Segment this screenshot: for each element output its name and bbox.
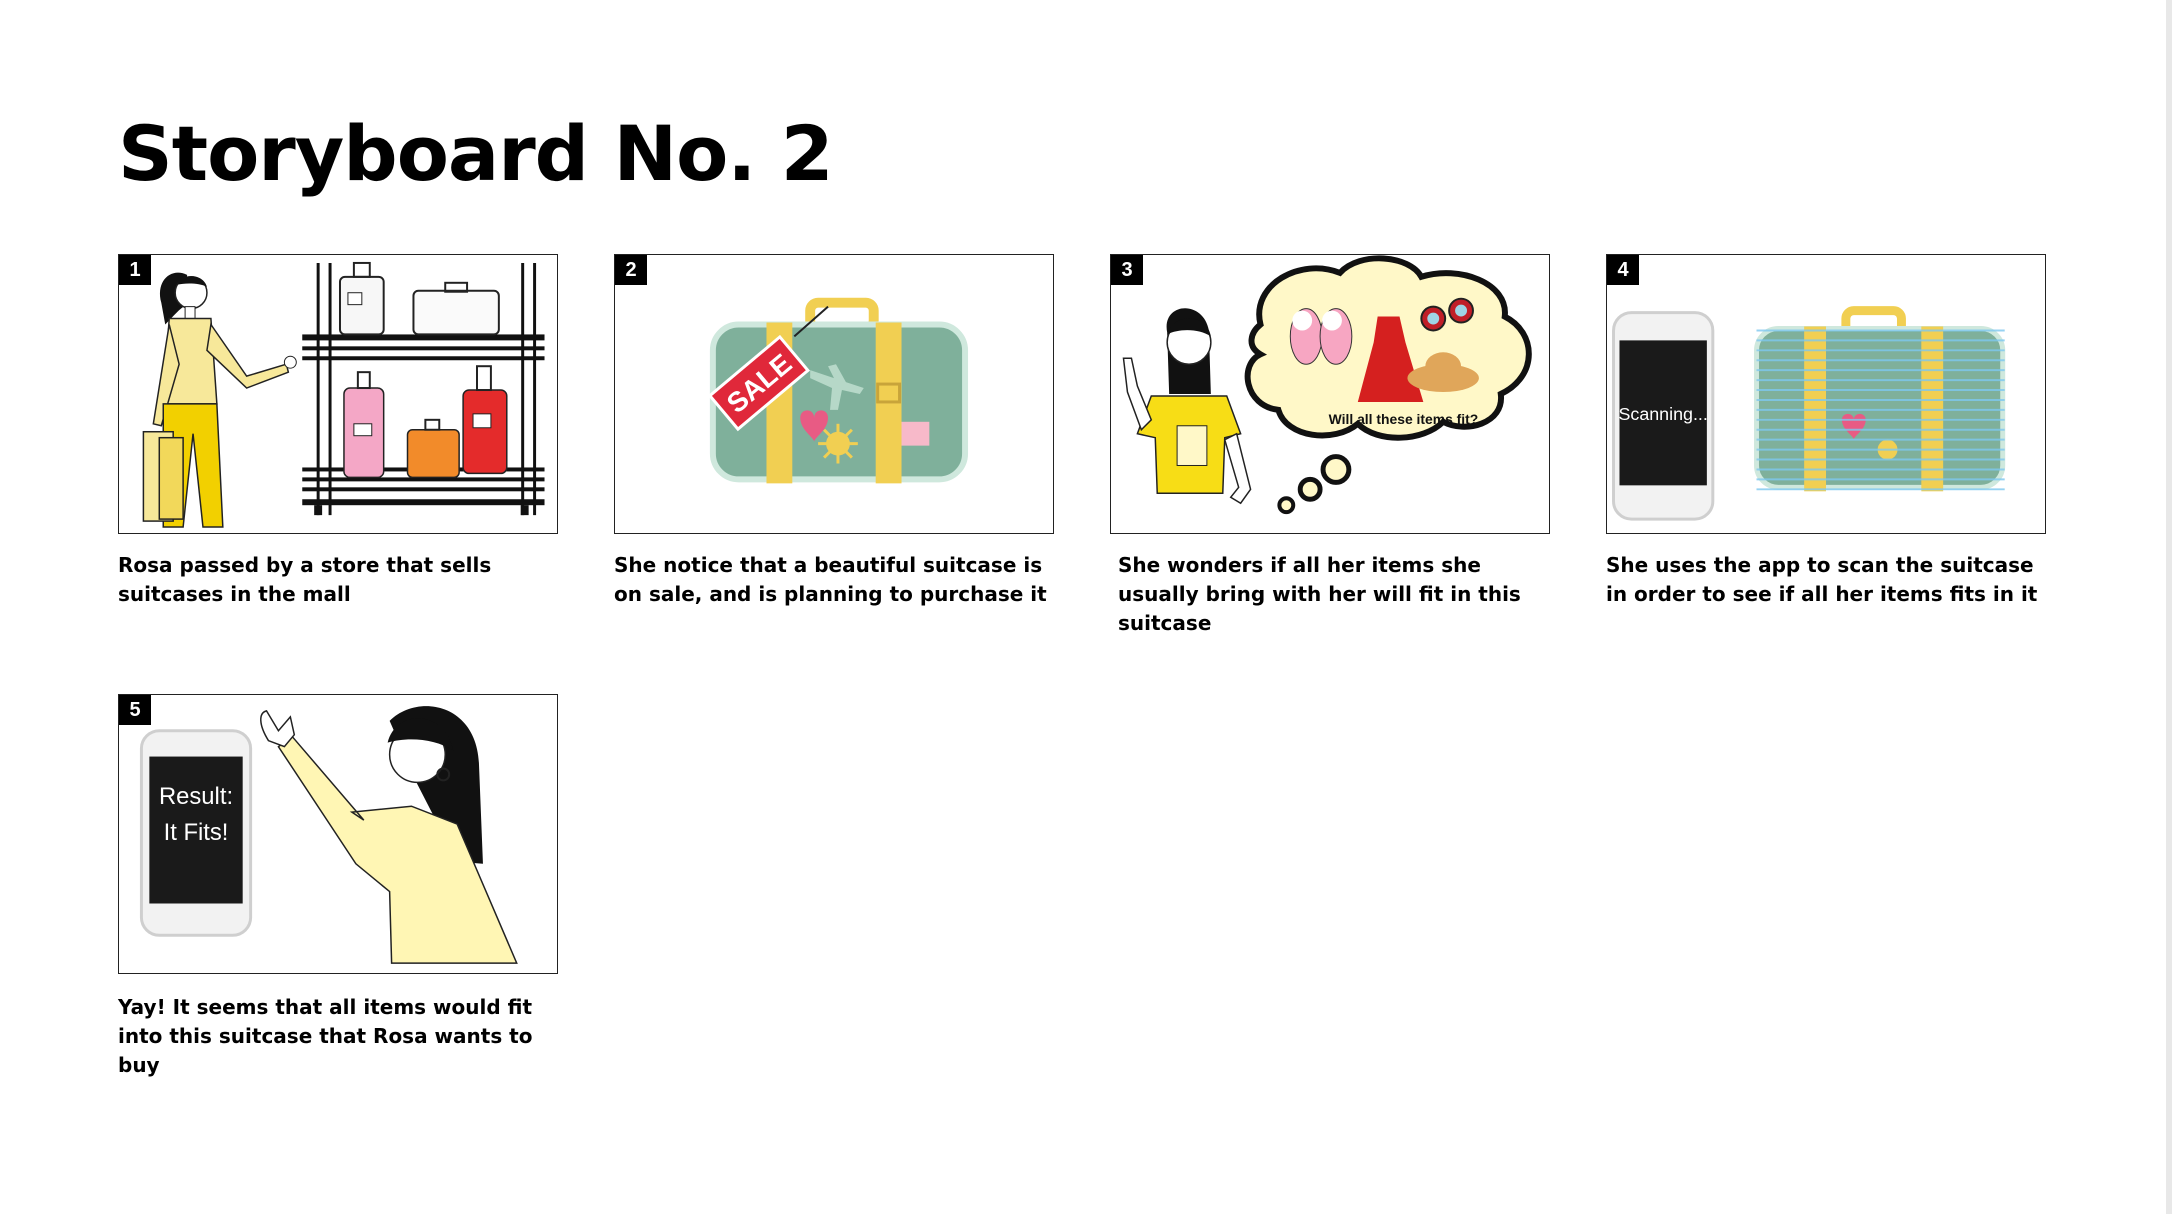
page-title: Storyboard No. 2	[118, 109, 834, 198]
panel-5-caption: Yay! It seems that all items would fit i…	[118, 995, 533, 1077]
panel-3-caption: She wonders if all her items she usually…	[1118, 553, 1521, 635]
phone-screen-text: Scanning...	[1618, 404, 1707, 424]
storyboard-panel-3: 3 Will all these items fit?	[1110, 254, 1550, 534]
phone-result-line-2: It Fits!	[164, 819, 229, 846]
storyboard-panel-5: 5 Result: It Fits!	[118, 694, 558, 974]
store-illustration	[142, 261, 545, 528]
phone-result-line-1: Result:	[159, 783, 233, 810]
panel-4-caption: She uses the app to scan the suitcase in…	[1606, 553, 2038, 606]
panel-number: 1	[119, 255, 151, 285]
panel-number: 2	[615, 255, 647, 285]
panel-1-caption: Rosa passed by a store that sells suitca…	[118, 553, 492, 606]
page-edge	[2166, 0, 2172, 1214]
result-phone-illustration: Result: It Fits!	[139, 706, 518, 964]
thought-bubble-text: Will all these items fit?	[1329, 411, 1479, 427]
storyboard-panel-4: 4 Scanning...	[1606, 254, 2046, 534]
storyboard-panel-2: 2 SALE	[614, 254, 1054, 534]
sale-suitcase-illustration: SALE	[707, 297, 969, 484]
panel-number: 5	[119, 695, 151, 725]
panel-2-caption: She notice that a beautiful suitcase is …	[614, 553, 1047, 606]
storyboard-panel-1: 1	[118, 254, 558, 534]
panel-number: 4	[1607, 255, 1639, 285]
scanning-phone-illustration: Scanning...	[1612, 306, 2006, 521]
panel-number: 3	[1111, 255, 1143, 285]
thinking-woman-illustration: Will all these items fit?	[1122, 255, 1532, 515]
